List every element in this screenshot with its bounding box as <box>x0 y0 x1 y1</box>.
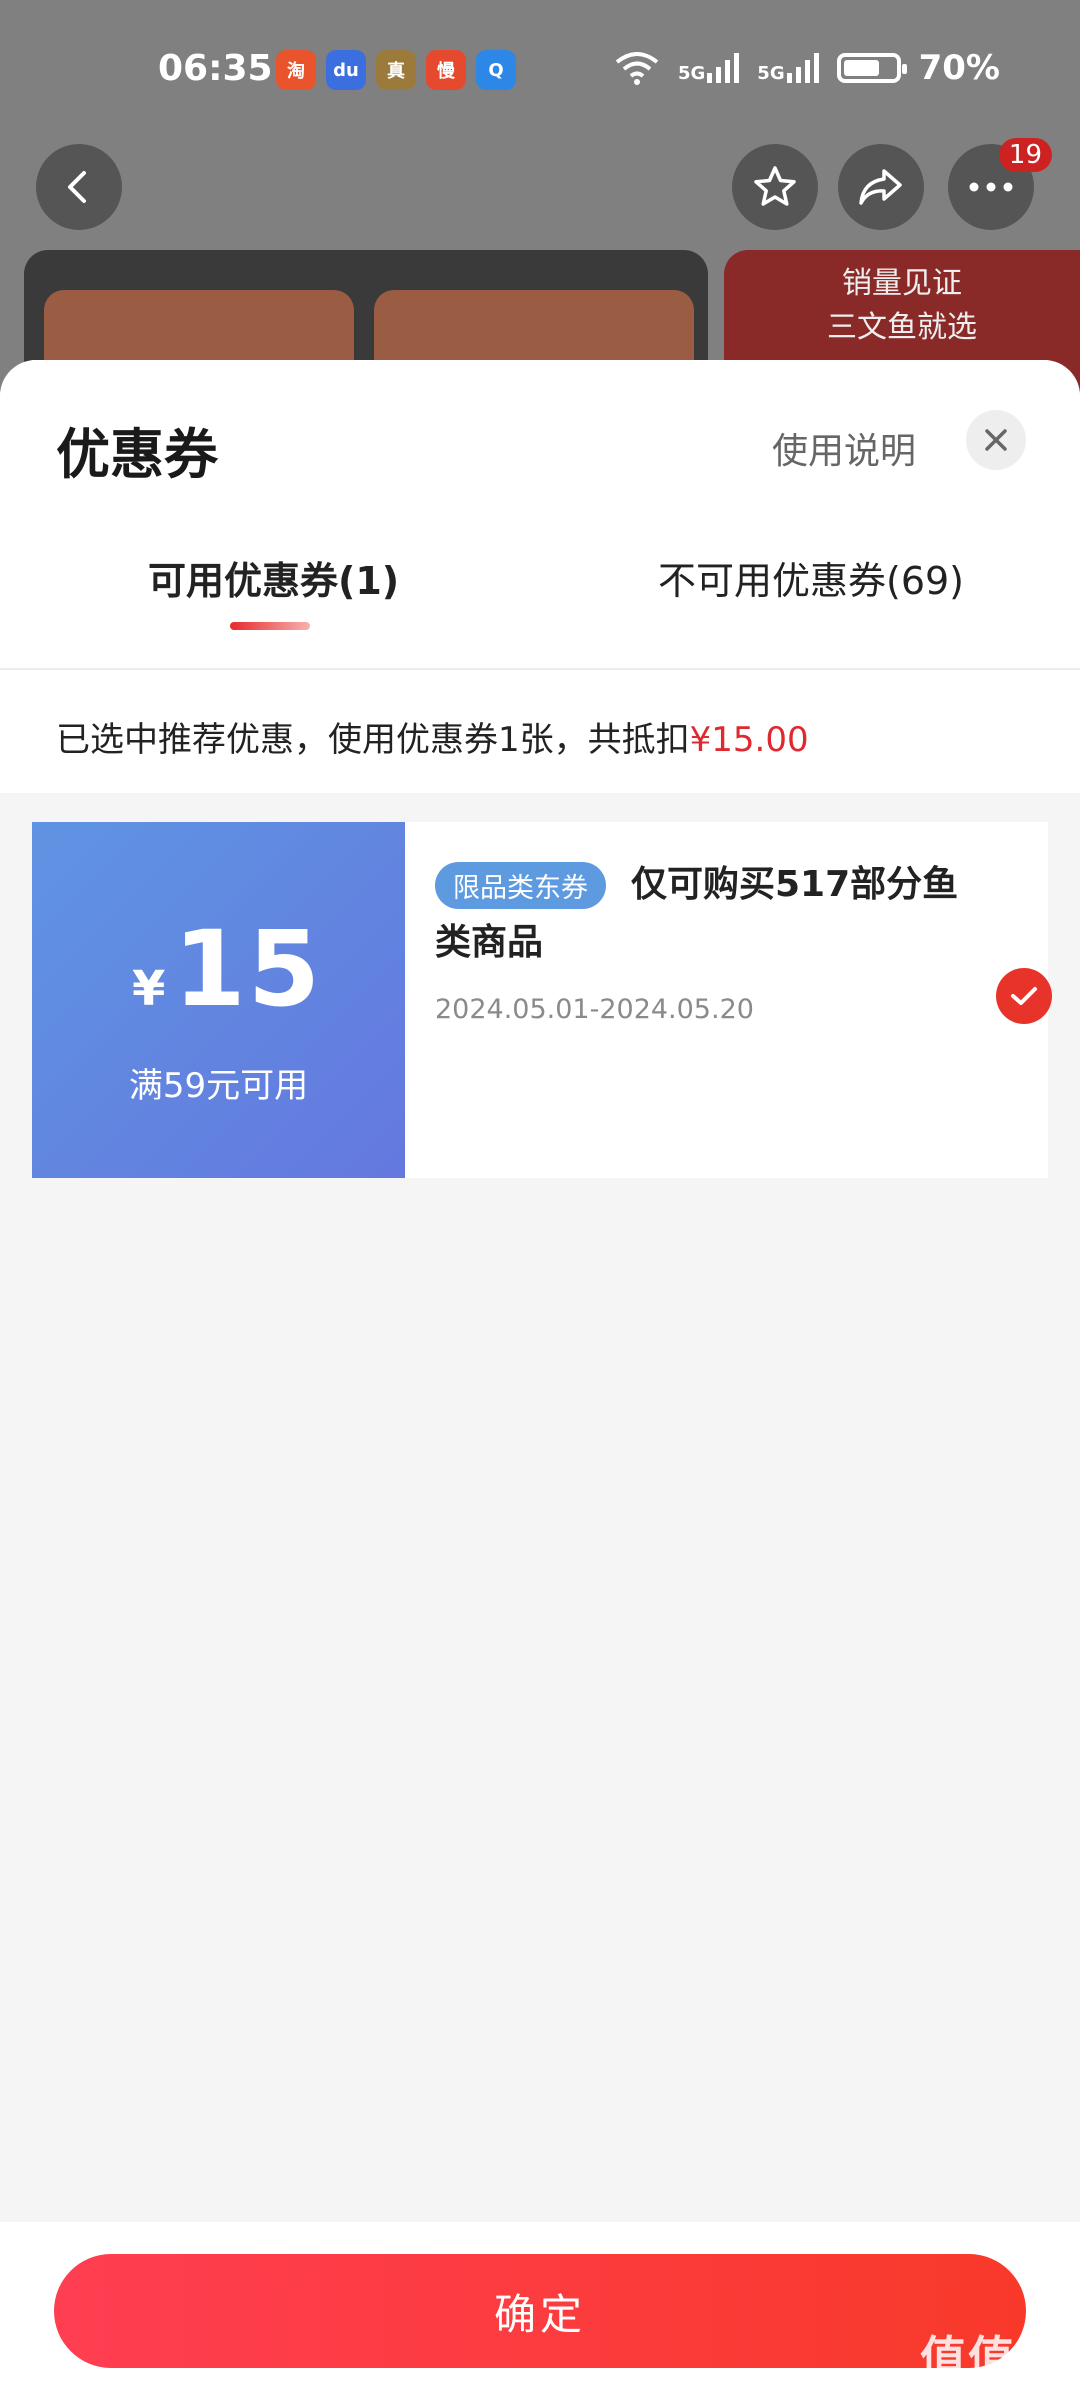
watermark-main: 值值值 <box>920 2331 1064 2385</box>
status-right: 5G 5G 70% <box>614 48 1000 88</box>
baidu-app-icon: du <box>326 50 366 90</box>
close-icon <box>985 429 1007 451</box>
coupon-value-panel: ¥ 15 满59元可用 <box>26 822 405 1178</box>
summary-amount: ¥15.00 <box>689 720 809 760</box>
close-button[interactable] <box>966 410 1026 470</box>
checkmark-icon <box>1011 987 1037 1005</box>
coupon-category-tag: 限品类东券 <box>435 862 606 909</box>
instructions-link[interactable]: 使用说明 <box>772 422 916 474</box>
divider <box>0 668 1080 670</box>
discount-summary: 已选中推荐优惠，使用优惠券1张，共抵扣¥15.00 <box>56 712 809 761</box>
currency-symbol: ¥ <box>132 961 166 1017</box>
chevron-left-icon <box>68 171 86 203</box>
status-bar: 06:35 淘 du 真 慢 Q 5G 5G 70% <box>0 0 1080 140</box>
promo-line-2: 三文鱼就选 <box>827 310 977 345</box>
coupon-value: 15 <box>173 908 323 1030</box>
watermark: 值值值 zhizhizhi.com <box>920 2322 1064 2400</box>
promo-line-1: 销量见证 <box>842 266 962 301</box>
battery-percent: 70% <box>918 48 1000 88</box>
summary-text: 已选中推荐优惠，使用优惠券1张，共抵扣 <box>56 720 690 760</box>
back-button[interactable] <box>36 144 122 230</box>
star-icon <box>754 166 796 206</box>
share-arrow-icon <box>859 169 902 205</box>
notification-badge: 19 <box>998 138 1052 172</box>
coupon-info: 仅可购买517部分鱼类商品 限品类东券 2024.05.01-2024.05.2… <box>405 822 1052 1178</box>
sheet-header: 优惠券 使用说明 可用优惠券(1) 不可用优惠券(69) 已选中推荐优惠，使用优… <box>0 360 1080 793</box>
more-button[interactable]: 19 <box>948 138 1052 230</box>
manman-app-icon: 慢 <box>426 50 466 90</box>
coupon-tabs: 可用优惠券(1) 不可用优惠券(69) <box>0 550 1080 640</box>
coupon-amount: ¥ 15 <box>132 908 322 1030</box>
active-tab-indicator <box>230 622 310 630</box>
signal-5g-1-icon: 5G <box>678 53 740 83</box>
coupon-threshold: 满59元可用 <box>128 1066 309 1106</box>
tab-available-coupons[interactable]: 可用优惠券(1) <box>148 550 399 605</box>
coupon-select-checkbox[interactable] <box>996 968 1052 1024</box>
favorite-button[interactable] <box>732 144 818 230</box>
taobao-app-icon: 淘 <box>276 50 316 90</box>
product-page-background: 06:35 淘 du 真 慢 Q 5G 5G 70% 19 销量见证 三文鱼就选 <box>0 0 1080 450</box>
search-app-icon: Q <box>476 50 516 90</box>
watermark-sub: zhizhizhi.com <box>931 2384 1053 2400</box>
page: 06:35 淘 du 真 慢 Q 5G 5G 70% 19 销量见证 三文鱼就选… <box>0 0 1080 2400</box>
signal-5g-2-icon: 5G <box>757 53 819 83</box>
share-button[interactable] <box>838 144 924 230</box>
vip-app-icon: 真 <box>376 50 416 90</box>
confirm-button[interactable]: 确定 <box>54 2254 1026 2368</box>
bottom-bar: 确定 <box>0 2222 1080 2400</box>
battery-icon <box>836 53 907 83</box>
coupon-sheet: 优惠券 使用说明 可用优惠券(1) 不可用优惠券(69) 已选中推荐优惠，使用优… <box>0 360 1080 2400</box>
coupon-card[interactable]: ¥ 15 满59元可用 仅可购买517部分鱼类商品 限品类东券 2024.05.… <box>26 822 1052 1178</box>
status-time: 06:35 <box>158 48 273 89</box>
wifi-icon <box>615 52 659 85</box>
sheet-title: 优惠券 <box>56 423 218 486</box>
tab-unavailable-coupons[interactable]: 不可用优惠券(69) <box>658 550 964 605</box>
coupon-validity: 2024.05.01-2024.05.20 <box>435 994 754 1025</box>
more-dots-icon <box>969 182 1013 192</box>
status-app-icons: 淘 du 真 慢 Q <box>276 50 516 90</box>
